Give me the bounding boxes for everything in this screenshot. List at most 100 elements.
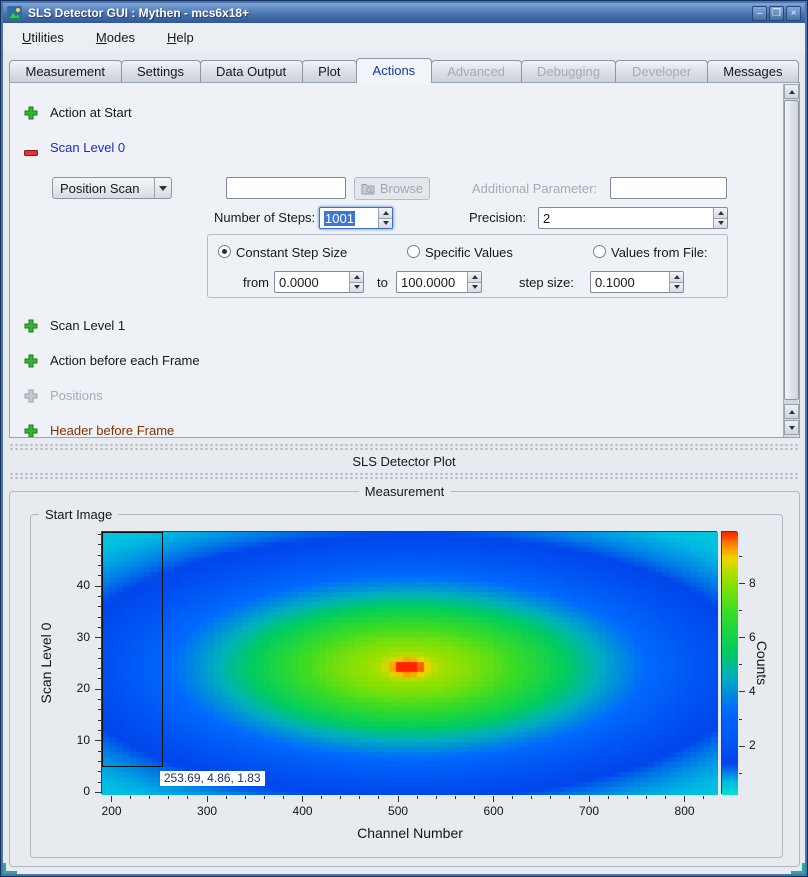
resize-grip[interactable] [802,863,805,874]
x-tick [684,796,685,802]
colorbar-minor-tick [739,773,742,774]
colorbar-title: Counts [754,563,770,763]
number-of-steps-spinbox[interactable]: 1001 [319,207,393,229]
spinner-buttons[interactable] [669,272,683,292]
scan-mode-value: Position Scan [60,181,140,196]
x-minor-tick [245,796,246,799]
precision-value: 2 [543,211,550,226]
maximize-button[interactable]: ❐ [769,6,784,21]
x-minor-tick [531,796,532,799]
y-minor-tick [98,771,101,772]
cursor-readout: 253.69, 4.86, 1.83 [160,771,265,786]
action-at-start-item[interactable]: Action at Start [50,105,132,120]
zoom-rect [102,532,163,767]
header-before-frame-item[interactable]: Header before Frame [50,423,174,438]
scroll-up-button-2[interactable] [784,404,799,419]
scrollbar-thumb[interactable] [784,100,799,400]
y-tick [95,637,101,638]
y-axis-title: Scan Level 0 [38,563,54,763]
tab-settings[interactable]: Settings [121,60,201,82]
to-spinbox[interactable]: 100.0000 [396,271,482,293]
x-tick [111,796,112,802]
y-minor-tick [98,575,101,576]
minimize-button[interactable]: – [752,6,767,21]
x-minor-tick [608,796,609,799]
app-icon [7,6,22,21]
y-minor-tick [98,761,101,762]
colorbar-canvas [722,532,738,795]
specific-values-radio[interactable] [407,245,420,258]
collapse-minus-icon[interactable] [24,144,38,162]
heatmap-canvas[interactable] [102,532,718,795]
spinner-buttons[interactable] [713,208,727,228]
scan-level-1-item[interactable]: Scan Level 1 [50,318,125,333]
x-minor-tick [703,796,704,799]
scan-script-input[interactable] [226,177,346,199]
y-tick-label: 10 [56,734,90,747]
menu-modes[interactable]: Modes [87,27,144,48]
close-button[interactable]: × [786,6,801,21]
action-before-frame-item[interactable]: Action before each Frame [50,353,200,368]
expand-plus-icon[interactable] [24,354,38,373]
x-minor-tick [149,796,150,799]
from-spinbox[interactable]: 0.0000 [274,271,364,293]
y-tick-label: 0 [56,785,90,798]
tab-messages[interactable]: Messages [707,60,799,82]
values-from-file-radio[interactable] [593,245,606,258]
x-minor-tick [417,796,418,799]
y-minor-tick [98,606,101,607]
y-minor-tick [98,617,101,618]
additional-parameter-input[interactable] [610,177,727,199]
x-minor-tick [646,796,647,799]
y-minor-tick [98,534,101,535]
scan-level-0-item[interactable]: Scan Level 0 [50,140,125,155]
step-size-spinbox[interactable]: 0.1000 [590,271,684,293]
x-minor-tick [283,796,284,799]
tab-measurement[interactable]: Measurement [9,60,122,82]
y-minor-tick [98,730,101,731]
y-minor-tick [98,751,101,752]
colorbar-minor-tick [739,664,742,665]
y-minor-tick [98,699,101,700]
menu-help[interactable]: Help [158,27,203,48]
tab-data-output[interactable]: Data Output [200,60,303,82]
expand-plus-icon[interactable] [24,424,38,438]
x-minor-tick [359,796,360,799]
specific-values-label[interactable]: Specific Values [425,245,513,260]
x-minor-tick [378,796,379,799]
chevron-down-icon [154,178,171,198]
x-minor-tick [665,796,666,799]
tab-plot[interactable]: Plot [302,60,357,82]
tab-actions[interactable]: Actions [356,58,432,83]
actions-scrollbar[interactable] [783,84,798,437]
x-tick-label: 800 [665,805,705,818]
precision-spinbox[interactable]: 2 [538,207,728,229]
expand-plus-icon[interactable] [24,319,38,338]
browse-folder-icon [361,183,375,195]
menu-utilities[interactable]: Utilities [13,27,73,48]
x-minor-tick [264,796,265,799]
resize-grip[interactable] [3,863,6,874]
expand-plus-icon[interactable] [24,106,38,125]
constant-step-radio[interactable] [218,245,231,258]
to-label: to [377,275,388,290]
title-bar[interactable]: SLS Detector GUI : Mythen - mcs6x18+ – ❐… [3,3,805,23]
x-minor-tick [436,796,437,799]
scroll-up-button[interactable] [784,84,799,99]
constant-step-label[interactable]: Constant Step Size [236,245,347,260]
scroll-down-button[interactable] [784,420,799,435]
y-minor-tick [98,720,101,721]
tab-advanced: Advanced [431,60,522,82]
x-minor-tick [168,796,169,799]
x-tick-label: 300 [187,805,227,818]
x-tick-label: 700 [569,805,609,818]
spinner-buttons[interactable] [349,272,363,292]
spinner-buttons[interactable] [378,208,392,228]
dock-title[interactable]: SLS Detector Plot [3,454,805,469]
spinner-buttons[interactable] [467,272,481,292]
x-tick-label: 400 [283,805,323,818]
y-minor-tick [98,709,101,710]
colorbar-tick-label: 2 [749,739,771,752]
scan-mode-combobox[interactable]: Position Scan [52,177,172,199]
values-from-file-label[interactable]: Values from File: [611,245,708,260]
